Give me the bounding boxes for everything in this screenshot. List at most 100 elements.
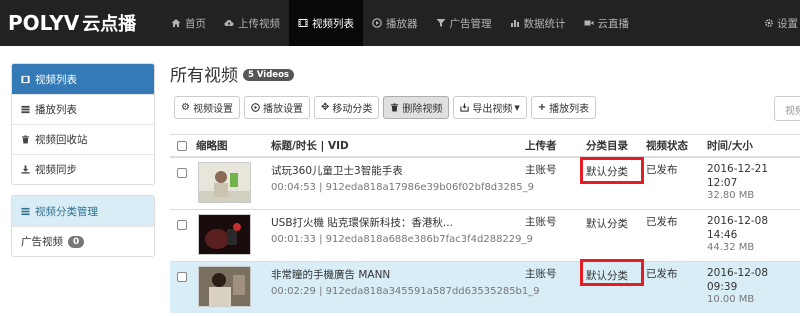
sidebar-item-video-list[interactable]: 视频列表	[12, 64, 154, 94]
video-title[interactable]: USB打火機 貼克環保新科技：香港秋...	[271, 215, 517, 230]
sidebar-group-videos: 视频列表 播放列表 视频回收站 视频同步	[11, 63, 155, 185]
filter-icon	[436, 19, 445, 27]
button-label: 播放列表	[549, 104, 590, 115]
title-cell: USB打火機 貼克環保新科技：香港秋... 00:01:33 | 912eda8…	[267, 208, 533, 261]
video-thumbnail[interactable]	[198, 162, 251, 203]
column-header: 分类目录	[582, 135, 642, 158]
nav-label: 云直播	[597, 17, 630, 30]
sidebar-group-categories: 视频分类管理 广告视频 0	[11, 195, 155, 257]
polyv-logo[interactable]: POLYV 云点播	[0, 0, 162, 46]
move-icon: ✥	[320, 102, 330, 113]
video-title[interactable]: 非常瞳的手機廣告 MANN	[271, 267, 517, 282]
video-settings-button[interactable]: ⚙ 视频设置	[174, 96, 240, 119]
trash-icon	[21, 135, 30, 144]
upload-time: 09:39	[707, 280, 738, 293]
nav-settings[interactable]: 设置	[764, 0, 800, 46]
nav-item-ads[interactable]: 广告管理	[427, 0, 501, 46]
button-label: 移动分类	[332, 104, 373, 115]
count-badge: 0	[68, 235, 85, 248]
sidebar-item-playlists[interactable]: 播放列表	[12, 94, 154, 124]
table-header-row: 缩略图 标题/时长 | VID 上传者 分类目录 视频状态 时间/大小	[170, 135, 800, 158]
play-circle-icon	[251, 103, 260, 112]
table-row[interactable]: 非常瞳的手機廣告 MANN 00:02:29 | 912eda818a34559…	[170, 260, 800, 313]
sidebar-item-label: 播放列表	[35, 104, 77, 116]
thumbnail-cell	[192, 260, 267, 313]
film-icon	[298, 19, 308, 27]
search-input[interactable]: 视频	[774, 96, 800, 121]
row-checkbox[interactable]	[177, 219, 187, 230]
nav-label: 广告管理	[449, 17, 492, 30]
upload-date: 2016-12-21	[707, 163, 769, 175]
nav-item-stats[interactable]: 数据统计	[501, 0, 575, 46]
checkbox-cell	[170, 156, 192, 209]
play-circle-icon	[372, 18, 382, 28]
table-row[interactable]: 试玩360儿童卫士3智能手表 00:04:53 | 912eda818a1798…	[170, 156, 800, 209]
player-settings-button[interactable]: 播放设置	[243, 96, 310, 119]
nav-item-home[interactable]: 首页	[162, 0, 215, 46]
highlight-box	[580, 157, 644, 184]
checkbox-cell	[170, 260, 192, 313]
column-header: 视频状态	[642, 135, 703, 158]
nav-item-upload[interactable]: 上传视频	[215, 0, 289, 46]
upload-date: 2016-12-08	[707, 214, 769, 227]
thumbnail-cell	[192, 156, 267, 209]
row-checkbox[interactable]	[177, 168, 187, 178]
upload-date: 2016-12-08	[707, 266, 769, 279]
thumbnail-image	[199, 214, 250, 254]
home-icon	[171, 19, 181, 27]
video-table: 缩略图 标题/时长 | VID 上传者 分类目录 视频状态 时间/大小 试玩36…	[170, 134, 800, 313]
sidebar-item-label: 广告视频	[21, 236, 63, 248]
export-video-button[interactable]: 导出视频 ▼	[453, 96, 527, 119]
title-cell: 非常瞳的手機廣告 MANN 00:02:29 | 912eda818a34559…	[267, 260, 540, 313]
gear-icon: ⚙	[181, 102, 190, 113]
time-size-cell: 2016-12-21 12:07 32.80 MB	[703, 156, 800, 209]
page-title: 所有视频	[170, 65, 238, 86]
sidebar-item-recycle-bin[interactable]: 视频回收站	[12, 124, 154, 154]
video-thumbnail[interactable]	[198, 213, 251, 255]
title-cell: 试玩360儿童卫士3智能手表 00:04:53 | 912eda818a1798…	[267, 156, 534, 209]
time-size-cell: 2016-12-08 14:46 44.32 MB	[703, 208, 800, 261]
logo-brand: POLYV	[8, 11, 80, 35]
video-title[interactable]: 试玩360儿童卫士3智能手表	[271, 163, 517, 178]
video-camera-icon	[584, 20, 593, 26]
nav-label: 上传视频	[238, 17, 280, 30]
nav-item-player[interactable]: 播放器	[363, 0, 427, 46]
video-duration-vid: 00:01:33 | 912eda818a688e386b7fac3f4d288…	[271, 233, 533, 245]
download-icon	[21, 165, 30, 174]
film-icon	[21, 75, 30, 83]
trash-icon	[391, 103, 399, 112]
nav-item-live[interactable]: 云直播	[575, 0, 639, 46]
bar-chart-icon	[510, 20, 519, 27]
add-playlist-button[interactable]: + 播放列表	[530, 96, 597, 119]
column-header: 缩略图	[192, 135, 267, 158]
sidebar-item-sync[interactable]: 视频同步	[12, 154, 154, 184]
sidebar-item-label: 视频列表	[35, 73, 77, 86]
select-all-checkbox[interactable]	[177, 140, 187, 151]
thumbnail-image	[199, 163, 250, 202]
column-header: 时间/大小	[703, 135, 800, 158]
gear-icon	[764, 18, 774, 28]
video-thumbnail[interactable]	[198, 265, 251, 307]
sidebar-item-label: 视频分类管理	[35, 205, 98, 218]
main-content: 所有视频 5 Videos ⚙ 视频设置 播放设置 ✥ 移动分类 删除视频 导出…	[170, 58, 800, 313]
status-cell: 已发布	[642, 260, 703, 313]
sidebar-item-ad-videos[interactable]: 广告视频 0	[12, 226, 154, 256]
delete-video-button[interactable]: 删除视频	[383, 96, 450, 119]
row-checkbox[interactable]	[177, 271, 187, 282]
sidebar-item-label: 视频回收站	[35, 134, 88, 146]
main-nav: 首页 上传视频 视频列表 播放器 广告管理 数据统计 云直播	[162, 0, 638, 46]
upload-time: 14:46	[707, 228, 738, 241]
list-icon	[21, 105, 30, 114]
move-category-button[interactable]: ✥ 移动分类	[313, 96, 380, 119]
nav-item-video-list[interactable]: 视频列表	[289, 0, 363, 46]
header-checkbox-cell	[170, 135, 192, 158]
column-header: 上传者	[521, 135, 582, 158]
settings-label: 设置	[777, 17, 798, 30]
table-row[interactable]: USB打火機 貼克環保新科技：香港秋... 00:01:33 | 912eda8…	[170, 208, 800, 261]
file-size: 10.00 MB	[707, 293, 755, 305]
thumbnail-cell	[192, 208, 267, 261]
sidebar-item-category-manage[interactable]: 视频分类管理	[12, 196, 154, 226]
video-count-badge: 5 Videos	[243, 68, 294, 81]
checkbox-cell	[170, 208, 192, 261]
button-label: 播放设置	[262, 104, 303, 115]
